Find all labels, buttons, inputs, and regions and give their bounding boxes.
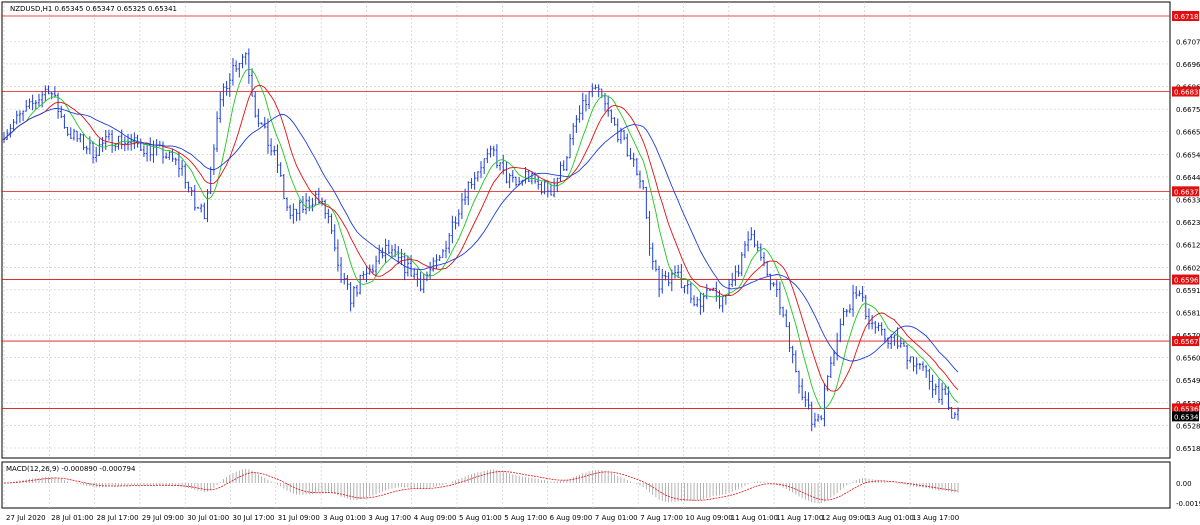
level-tag-label: 0.66837 [1174, 89, 1200, 97]
y-tick-label: 0.65810 [1176, 309, 1200, 317]
current-price-label: 0.65341 [1174, 413, 1200, 421]
x-tick-label: 11 Aug 01:00 [731, 514, 778, 522]
level-tag-label: 0.66373 [1174, 188, 1200, 196]
x-tick-label: 30 Jul 17:00 [233, 514, 275, 522]
x-tick-label: 29 Jul 09:00 [142, 514, 184, 522]
y-tick-label: 0.65600 [1176, 355, 1200, 363]
level-tag-label: 0.67188 [1174, 13, 1200, 21]
symbol-header: NZDUSD,H1 0.65345 0.65347 0.65325 0.6534… [10, 5, 177, 13]
y-tick-label: 0.66965 [1176, 61, 1200, 69]
horizontal-levels [2, 15, 1170, 409]
x-tick-label: 13 Aug 17:00 [912, 514, 959, 522]
x-tick-label: 4 Aug 09:00 [414, 514, 457, 522]
chart-canvas[interactable]: 0.670700.669650.668600.667550.666500.665… [0, 0, 1200, 525]
x-tick-label: 31 Jul 09:00 [278, 514, 320, 522]
chart-window[interactable]: 0.670700.669650.668600.667550.666500.665… [0, 0, 1200, 525]
x-tick-label: 28 Jul 01:00 [51, 514, 93, 522]
time-axis: 27 Jul 2020 28 Jul 01:00 28 Jul 17:00 29 Ju… [6, 514, 959, 522]
main-frame [1, 1, 1171, 459]
x-tick-label: 7 Aug 17:00 [640, 514, 683, 522]
x-tick-label: 12 Aug 09:00 [821, 514, 868, 522]
level-tag-label: 0.65677 [1174, 338, 1200, 346]
y-tick-label: 0.66335 [1176, 197, 1200, 205]
y-tick-label: 0.66755 [1176, 106, 1200, 114]
macd-frame [1, 461, 1171, 509]
grid [1, 1, 1171, 509]
x-tick-label: 7 Aug 01:00 [595, 514, 638, 522]
x-tick-label: 27 Jul 2020 [6, 514, 46, 522]
x-tick-label: 30 Jul 01:00 [187, 514, 229, 522]
x-tick-label: 5 Aug 01:00 [459, 514, 502, 522]
x-tick-label: 13 Aug 01:00 [867, 514, 914, 522]
x-tick-label: 11 Aug 17:00 [776, 514, 823, 522]
x-tick-label: 3 Aug 17:00 [368, 514, 411, 522]
x-tick-label: 10 Aug 09:00 [686, 514, 733, 522]
macd-tick-label: -0.00194 [1176, 500, 1200, 508]
macd-subwindow [4, 468, 959, 503]
x-tick-label: 6 Aug 09:00 [550, 514, 593, 522]
moving-averages [3, 68, 959, 410]
ma-mid-line [3, 84, 959, 392]
x-tick-label: 28 Jul 17:00 [97, 514, 139, 522]
y-tick-label: 0.66650 [1176, 129, 1200, 137]
macd-header: MACD(12,26,9) -0.000890 -0.000794 [6, 465, 136, 473]
y-tick-label: 0.66020 [1176, 264, 1200, 272]
price-axis: 0.670700.669650.668600.667550.666500.665… [1172, 11, 1200, 508]
level-tag-label: 0.65963 [1174, 277, 1200, 285]
x-tick-label: 3 Aug 01:00 [323, 514, 366, 522]
y-tick-label: 0.65495 [1176, 377, 1200, 385]
y-tick-label: 0.65915 [1176, 287, 1200, 295]
x-tick-label: 5 Aug 17:00 [504, 514, 547, 522]
macd-tick-label: 0.00 [1176, 480, 1192, 488]
y-tick-label: 0.66125 [1176, 242, 1200, 250]
y-tick-label: 0.66230 [1176, 219, 1200, 227]
y-tick-label: 0.65180 [1176, 445, 1200, 453]
y-tick-label: 0.65285 [1176, 422, 1200, 430]
y-tick-label: 0.66545 [1176, 151, 1200, 159]
y-tick-label: 0.66440 [1176, 174, 1200, 182]
price-bars [2, 48, 960, 432]
y-tick-label: 0.67070 [1176, 38, 1200, 46]
